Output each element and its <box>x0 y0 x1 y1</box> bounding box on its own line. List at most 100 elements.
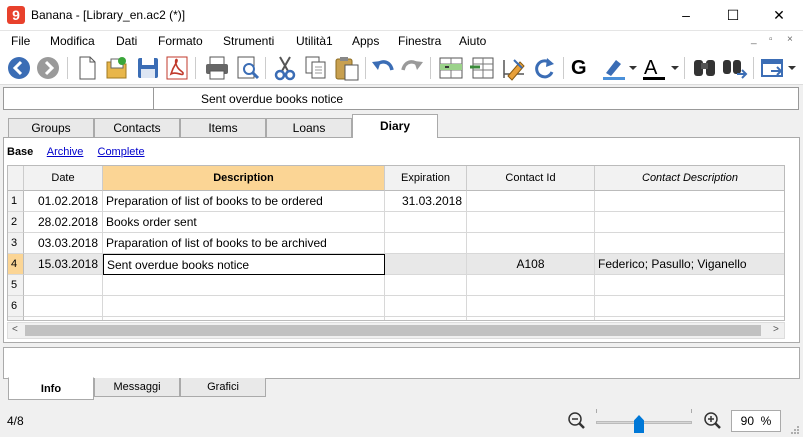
cell-contact-description[interactable] <box>595 233 784 254</box>
cell-contact-id[interactable] <box>467 191 595 212</box>
save-icon[interactable] <box>135 54 161 82</box>
highlighter-icon[interactable] <box>600 54 638 82</box>
paste-icon[interactable] <box>333 54 361 82</box>
table-row[interactable]: 5 <box>8 275 784 296</box>
cut-icon[interactable] <box>272 54 298 82</box>
table-row[interactable] <box>8 317 784 320</box>
cell-expiration[interactable] <box>385 233 467 254</box>
scroll-right-arrow[interactable]: > <box>773 324 779 335</box>
cell-description[interactable]: Praparation of list of books to be archi… <box>103 233 385 254</box>
horizontal-scrollbar[interactable]: < > <box>7 322 785 339</box>
column-header-contact-description[interactable]: Contact Description <box>595 166 784 191</box>
scroll-left-arrow[interactable]: < <box>12 324 18 335</box>
new-file-icon[interactable] <box>76 54 98 82</box>
cell-description[interactable]: Preparation of list of books to be order… <box>103 191 385 212</box>
column-header-expiration[interactable]: Expiration <box>385 166 467 191</box>
cell-date[interactable] <box>24 275 103 296</box>
find-next-icon[interactable] <box>721 54 749 82</box>
menu-finestra[interactable]: Finestra <box>398 34 441 48</box>
table-row[interactable]: 2 28.02.2018 Books order sent <box>8 212 784 233</box>
cell-expiration[interactable] <box>385 212 467 233</box>
back-icon[interactable] <box>6 54 32 82</box>
undo-icon[interactable] <box>370 54 396 82</box>
cell-description-focused[interactable]: Sent overdue books notice <box>103 254 385 275</box>
pdf-icon[interactable] <box>164 54 190 82</box>
cell-description[interactable] <box>103 317 385 320</box>
row-number[interactable]: 4 <box>8 254 24 275</box>
cell-expiration[interactable]: 31.03.2018 <box>385 191 467 212</box>
menu-dati[interactable]: Dati <box>116 34 137 48</box>
menu-modifica[interactable]: Modifica <box>50 34 95 48</box>
cell-expiration[interactable] <box>385 296 467 317</box>
tab-diary[interactable]: Diary <box>352 114 438 138</box>
mdi-close-button[interactable]: × <box>787 34 793 45</box>
column-header-date[interactable]: Date <box>24 166 103 191</box>
table-row[interactable]: 3 03.03.2018 Praparation of list of book… <box>8 233 784 254</box>
tab-contacts[interactable]: Contacts <box>94 118 180 138</box>
resize-grip-icon[interactable] <box>790 424 800 434</box>
cell-contact-id[interactable] <box>467 317 595 320</box>
cell-contact-description[interactable] <box>595 212 784 233</box>
view-complete[interactable]: Complete <box>98 146 145 158</box>
cell-reference-field[interactable] <box>4 88 154 109</box>
maximize-button[interactable]: ☐ <box>710 0 756 31</box>
zoom-slider-thumb[interactable] <box>634 415 644 433</box>
cell-contact-id[interactable] <box>467 275 595 296</box>
cell-description[interactable]: Books order sent <box>103 212 385 233</box>
row-number[interactable] <box>8 317 24 320</box>
cell-contact-id[interactable] <box>467 233 595 254</box>
tab-items[interactable]: Items <box>180 118 266 138</box>
window-icon[interactable] <box>759 54 797 82</box>
tab-grafici[interactable]: Grafici <box>180 378 266 397</box>
cell-contact-description[interactable] <box>595 275 784 296</box>
cell-expiration[interactable] <box>385 254 467 275</box>
zoom-slider[interactable] <box>596 421 692 424</box>
forward-icon[interactable] <box>35 54 61 82</box>
add-row-icon[interactable] <box>437 54 465 82</box>
cell-contact-id[interactable] <box>467 296 595 317</box>
menu-file[interactable]: File <box>11 34 30 48</box>
view-base[interactable]: Base <box>7 146 33 158</box>
redo-icon[interactable] <box>399 54 425 82</box>
cell-date[interactable]: 28.02.2018 <box>24 212 103 233</box>
open-folder-icon[interactable] <box>104 54 130 82</box>
cell-date[interactable]: 15.03.2018 <box>24 254 103 275</box>
column-header-description[interactable]: Description <box>103 166 385 191</box>
delete-row-icon[interactable] <box>468 54 496 82</box>
cell-date[interactable] <box>24 317 103 320</box>
zoom-level-field[interactable]: 90 % <box>731 410 781 432</box>
zoom-out-icon[interactable] <box>567 410 587 435</box>
cell-expiration[interactable] <box>385 275 467 296</box>
zoom-in-icon[interactable] <box>703 410 723 435</box>
scrollbar-thumb[interactable] <box>25 325 761 336</box>
cell-contact-id[interactable] <box>467 212 595 233</box>
refresh-icon[interactable] <box>531 54 557 82</box>
print-preview-icon[interactable] <box>235 54 261 82</box>
cell-description[interactable] <box>103 296 385 317</box>
bold-icon[interactable]: G <box>571 54 587 82</box>
table-row[interactable]: 1 01.02.2018 Preparation of list of book… <box>8 191 784 212</box>
row-number[interactable]: 1 <box>8 191 24 212</box>
menu-apps[interactable]: Apps <box>352 34 379 48</box>
row-number[interactable]: 6 <box>8 296 24 317</box>
edit-icon[interactable] <box>500 54 528 82</box>
cell-expiration[interactable] <box>385 317 467 320</box>
tab-groups[interactable]: Groups <box>8 118 94 138</box>
close-button[interactable]: ✕ <box>756 0 802 31</box>
cell-contact-description[interactable] <box>595 317 784 320</box>
menu-strumenti[interactable]: Strumenti <box>223 34 274 48</box>
mdi-restore-button[interactable]: ▫ <box>769 34 773 45</box>
find-icon[interactable] <box>691 54 719 82</box>
tab-messaggi[interactable]: Messaggi <box>94 378 180 397</box>
copy-icon[interactable] <box>303 54 329 82</box>
mdi-minimize-button[interactable]: _ <box>751 34 757 45</box>
font-color-icon[interactable]: A <box>640 54 680 82</box>
table-row-selected[interactable]: 4 15.03.2018 Sent overdue books notice A… <box>8 254 784 275</box>
row-number[interactable]: 3 <box>8 233 24 254</box>
column-header-contact-id[interactable]: Contact Id <box>467 166 595 191</box>
menu-utilita[interactable]: Utilità1 <box>296 34 333 48</box>
tab-loans[interactable]: Loans <box>266 118 352 138</box>
menu-formato[interactable]: Formato <box>158 34 203 48</box>
cell-contact-description[interactable]: Federico; Pasullo; Viganello <box>595 254 784 275</box>
menu-aiuto[interactable]: Aiuto <box>459 34 486 48</box>
